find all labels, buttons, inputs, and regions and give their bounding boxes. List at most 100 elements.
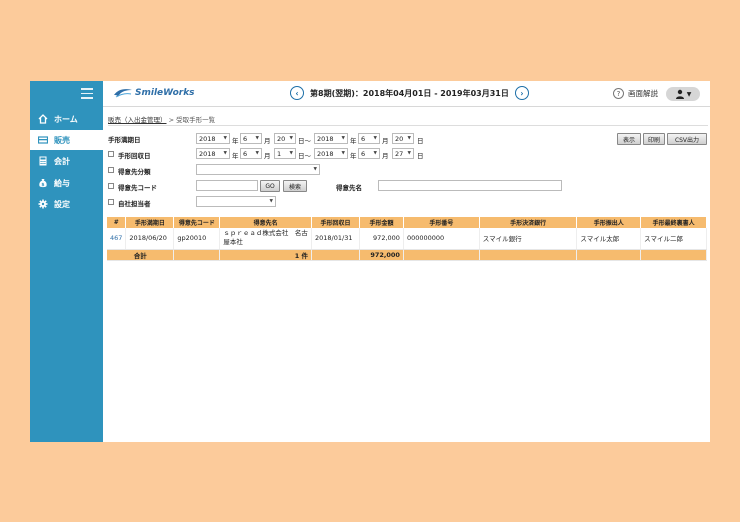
collect-from-year-select[interactable]: 2018 ▼ (196, 148, 230, 159)
col-header: 手形番号 (403, 217, 480, 228)
svg-text:$: $ (41, 182, 44, 188)
month-unit: 月 (382, 152, 389, 160)
chevron-down-icon: ▼ (686, 90, 692, 98)
due-from-day-select[interactable]: 20 ▼ (274, 133, 296, 144)
collect-date-checkbox[interactable] (108, 151, 114, 157)
payroll-icon: $ (39, 179, 47, 188)
collect-to-day-select[interactable]: 27 ▼ (392, 148, 414, 159)
breadcrumb: 販売（入出金管理） > 受取手形一覧 (108, 114, 215, 124)
day-unit: 日 (417, 152, 424, 160)
breadcrumb-parent-link[interactable]: 販売（入出金管理） (108, 116, 167, 124)
top-bar: SmileWorks ‹ 第8期(翌期)：2018年04月01日 - 2019年… (103, 81, 710, 107)
year-unit: 年 (232, 152, 239, 160)
help-label: 画面解説 (628, 89, 658, 98)
user-menu-button[interactable]: ▼ (666, 87, 700, 101)
due-to-day-select[interactable]: 20 ▼ (392, 133, 414, 144)
sidebar-item-label: 設定 (54, 199, 70, 209)
customer-name-label: 得意先名 (336, 184, 362, 192)
logo-swoosh-icon (114, 89, 132, 98)
staff-checkbox[interactable] (108, 199, 114, 205)
month-unit: 月 (382, 137, 389, 145)
sidebar-item-payroll[interactable]: $ 給与 (30, 173, 103, 193)
range-separator: 日〜 (298, 152, 311, 160)
col-header: # (107, 217, 127, 228)
col-header: 手形満期日 (125, 217, 175, 228)
year-unit: 年 (232, 137, 239, 145)
table-total-row: 合計 1 件 972,000 (107, 249, 707, 261)
collect-to-year-select[interactable]: 2018 ▼ (314, 148, 348, 159)
month-unit: 月 (264, 137, 271, 145)
sales-icon (38, 136, 48, 144)
cell-drawer: スマイル太郎 (576, 228, 642, 250)
csv-export-button[interactable]: CSV出力 (667, 133, 707, 145)
due-date-label: 手形満期日 (108, 136, 141, 144)
col-header: 得意先名 (219, 217, 313, 228)
cell-note-number: 000000000 (403, 228, 480, 250)
table-row[interactable]: 467 2018/06/20 gp20010 ｓｐｒｅａｄ株式会社 名古屋本社 … (107, 228, 707, 250)
range-separator: 日〜 (298, 137, 311, 145)
total-amount: 972,000 (359, 249, 404, 261)
cell-collect-date: 2018/01/31 (311, 228, 360, 250)
collect-from-month-select[interactable]: 6 ▼ (240, 148, 262, 159)
divider (108, 125, 708, 126)
month-unit: 月 (264, 152, 271, 160)
sidebar-item-home[interactable]: ホーム (30, 109, 103, 129)
category-select[interactable]: ▼ (196, 164, 320, 175)
go-button[interactable]: GO (260, 180, 280, 192)
cell-customer-name: ｓｐｒｅａｄ株式会社 名古屋本社 (219, 228, 313, 250)
period-label: 第8期(翌期)：2018年04月01日 - 2019年03月31日 (310, 88, 509, 98)
logo-text: SmileWorks (135, 88, 195, 98)
settings-icon (38, 199, 48, 209)
sidebar-item-sales[interactable]: 販売 (30, 130, 103, 150)
customer-code-label: 得意先コード (118, 184, 157, 192)
sidebar: ホーム 販売 会計 $ 給与 設定 (30, 81, 103, 442)
hamburger-menu-icon[interactable] (81, 88, 93, 99)
customer-name-input[interactable] (378, 180, 562, 191)
breadcrumb-current: 受取手形一覧 (176, 116, 216, 124)
sidebar-item-label: 販売 (54, 135, 70, 145)
row-id-link[interactable]: 467 (107, 228, 127, 250)
col-header: 手形金額 (359, 217, 404, 228)
cell-bank: スマイル銀行 (479, 228, 578, 250)
notes-table: # 手形満期日 得意先コード 得意先名 手形回収日 手形金額 手形番号 手形決済… (107, 217, 707, 261)
help-link[interactable]: ? 画面解説 (613, 88, 658, 99)
year-unit: 年 (350, 152, 357, 160)
staff-select[interactable]: ▼ (196, 196, 276, 207)
due-from-month-select[interactable]: 6 ▼ (240, 133, 262, 144)
user-icon (675, 89, 684, 99)
next-period-button[interactable]: › (514, 86, 529, 100)
sidebar-item-label: 給与 (54, 178, 70, 188)
smileworks-logo[interactable]: SmileWorks (113, 87, 195, 99)
total-count: 1 件 (219, 249, 313, 261)
sidebar-item-settings[interactable]: 設定 (30, 194, 103, 214)
sidebar-item-accounting[interactable]: 会計 (30, 151, 103, 171)
print-button[interactable]: 印刷 (643, 133, 665, 145)
sidebar-item-label: ホーム (54, 114, 78, 124)
app-window: ホーム 販売 会計 $ 給与 設定 SmileWorks ‹ 第8期(翌期)：2… (30, 81, 710, 442)
breadcrumb-separator: > (168, 116, 175, 124)
staff-label: 自社担当者 (118, 200, 151, 208)
col-header: 手形回収日 (311, 217, 360, 228)
table-header-row: # 手形満期日 得意先コード 得意先名 手形回収日 手形金額 手形番号 手形決済… (107, 217, 707, 228)
col-header: 手形振出人 (576, 217, 642, 228)
collect-date-label: 手形回収日 (118, 152, 151, 160)
collect-to-month-select[interactable]: 6 ▼ (358, 148, 380, 159)
collect-from-day-select[interactable]: 1 ▼ (274, 148, 296, 159)
day-unit: 日 (417, 137, 424, 145)
prev-period-button[interactable]: ‹ (290, 86, 304, 100)
category-checkbox[interactable] (108, 167, 114, 173)
home-icon (38, 114, 48, 124)
due-from-year-select[interactable]: 2018 ▼ (196, 133, 230, 144)
period-navigator: ‹ 第8期(翌期)：2018年04月01日 - 2019年03月31日 › (290, 86, 529, 100)
help-icon: ? (613, 88, 624, 99)
total-label: 合計 (107, 249, 175, 261)
search-button[interactable]: 検索 (283, 180, 307, 192)
show-button[interactable]: 表示 (617, 133, 641, 145)
col-header: 得意先コード (173, 217, 221, 228)
due-to-month-select[interactable]: 6 ▼ (358, 133, 380, 144)
customer-code-input[interactable] (196, 180, 258, 191)
year-unit: 年 (350, 137, 357, 145)
accounting-icon (39, 156, 47, 166)
due-to-year-select[interactable]: 2018 ▼ (314, 133, 348, 144)
customer-code-checkbox[interactable] (108, 183, 114, 189)
